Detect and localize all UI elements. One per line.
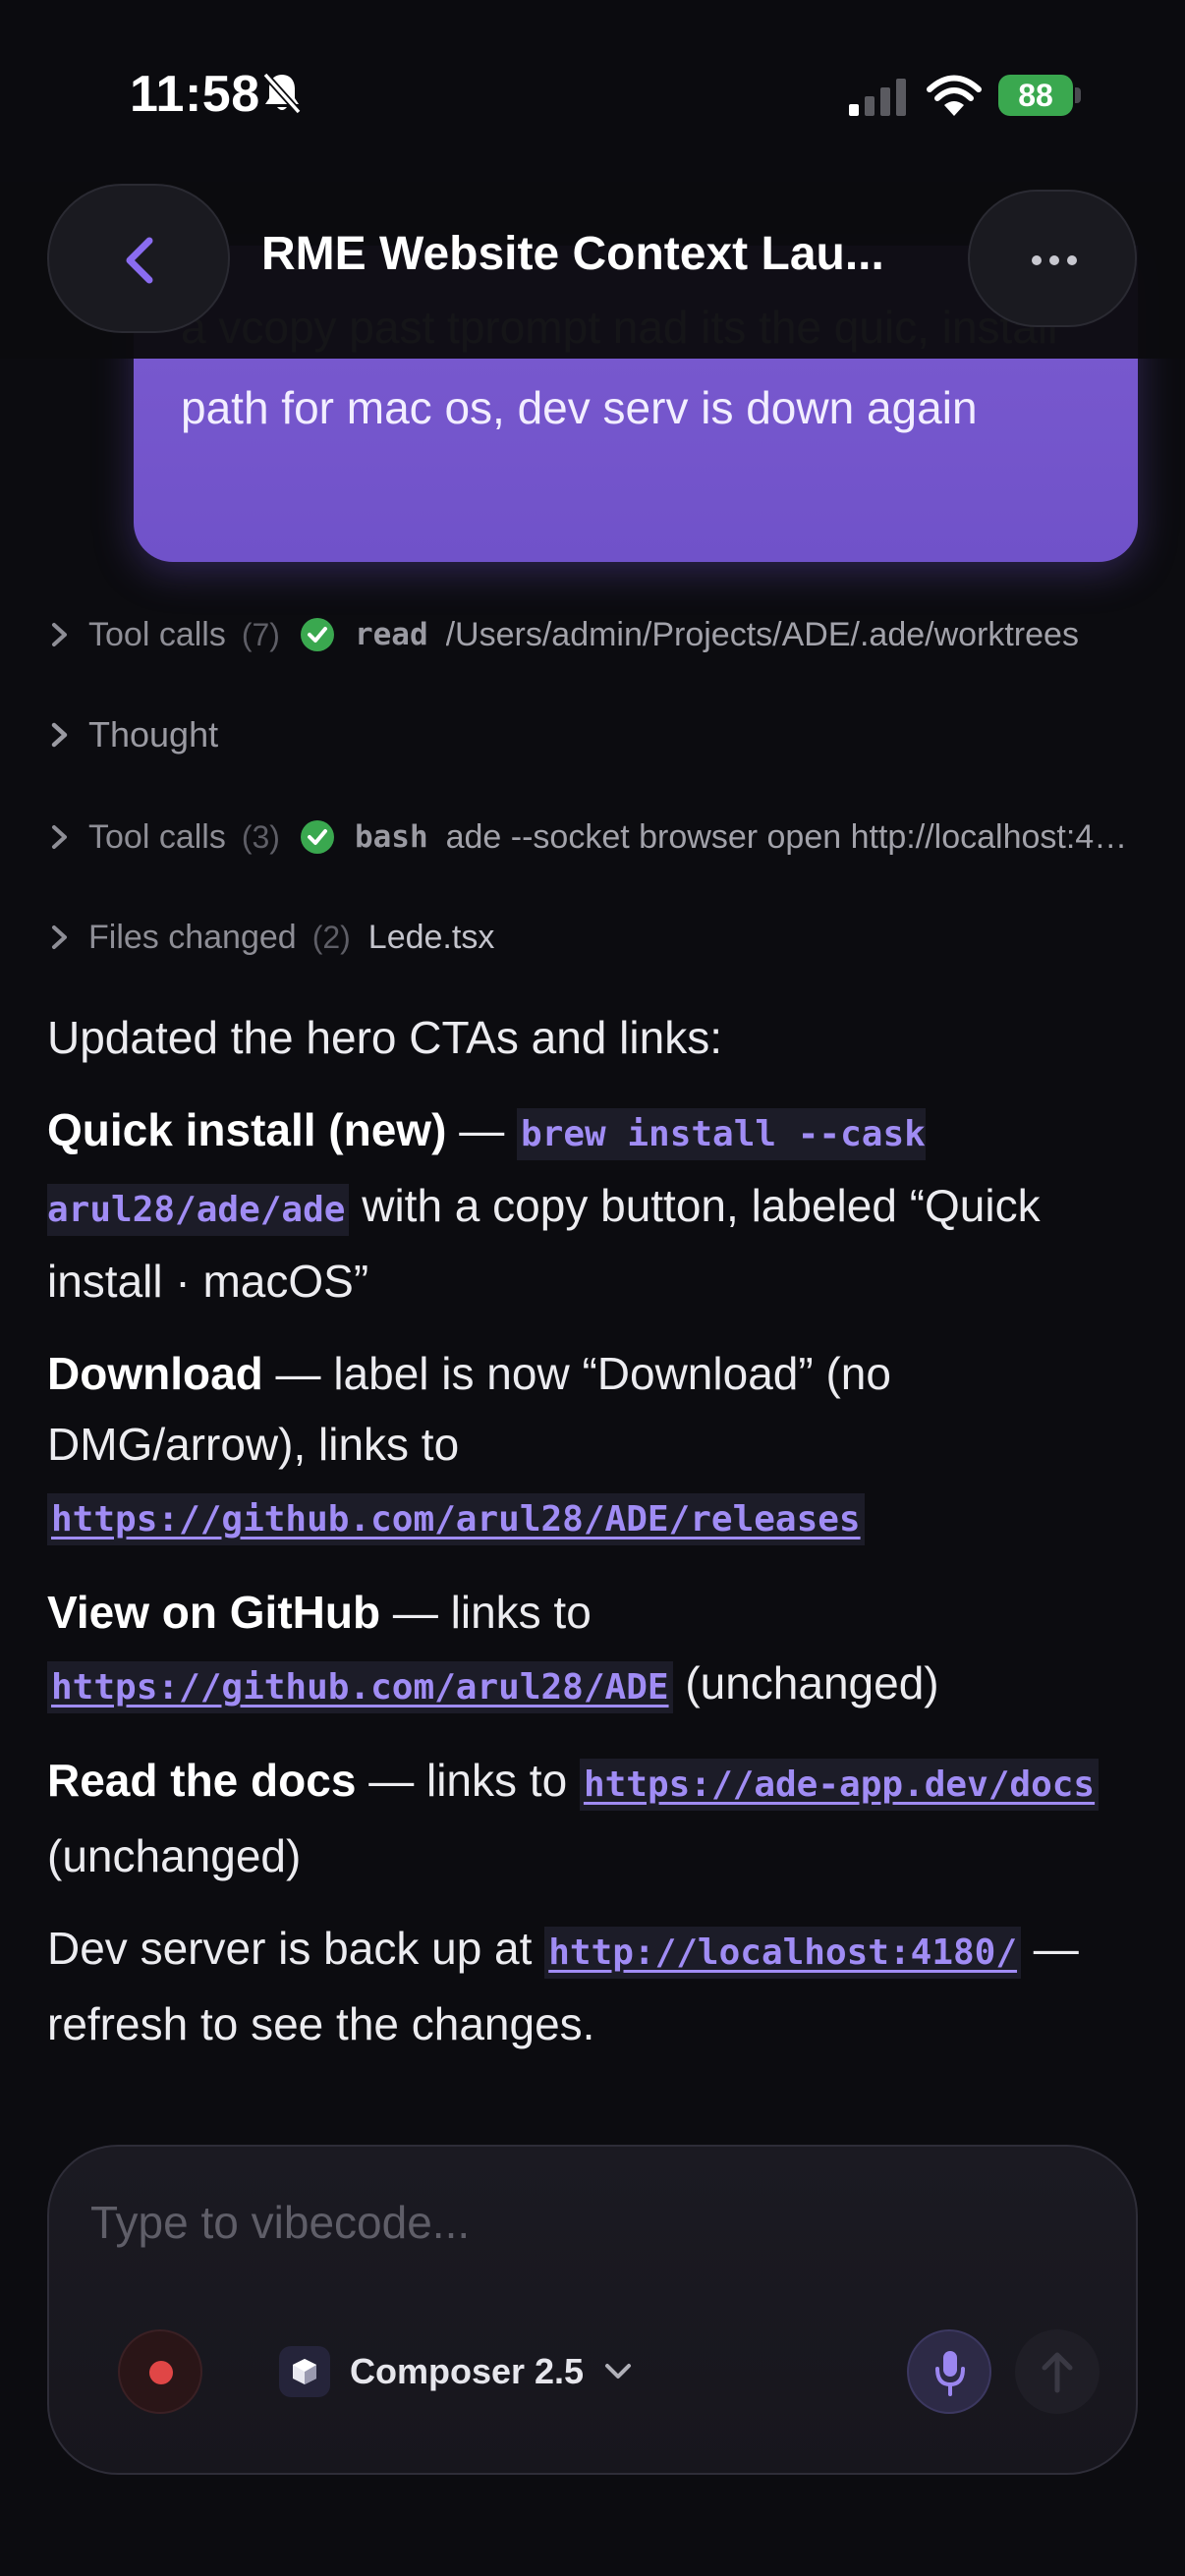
row-label: Thought <box>88 714 219 755</box>
battery-indicator: 88 <box>998 75 1081 116</box>
battery-level: 88 <box>1018 78 1053 113</box>
item-text: Dev server is back up at <box>47 1923 545 1974</box>
row-count: (2) <box>311 919 351 955</box>
row-label: Tool calls <box>88 817 226 856</box>
files-changed-row[interactable]: Files changed (2) Lede.tsx <box>47 910 1138 965</box>
tool-calls-row-read[interactable]: Tool calls (7) read /Users/admin/Project… <box>47 607 1138 662</box>
row-detail: /Users/admin/Projects/ADE/.ade/worktrees <box>445 615 1079 653</box>
message-composer: Composer 2.5 <box>47 2145 1138 2475</box>
chevron-right-icon <box>52 623 67 646</box>
chevron-right-icon <box>52 825 67 849</box>
response-intro: Updated the hero CTAs and links: <box>47 1012 722 1063</box>
item-text: — links to <box>356 1755 580 1806</box>
row-count: (7) <box>241 616 280 652</box>
item-title: Download <box>47 1348 263 1399</box>
arrow-up-icon <box>1042 2352 1073 2393</box>
cube-icon <box>293 2359 316 2384</box>
wifi-icon <box>927 75 982 116</box>
docs-link[interactable]: https://ade-app.dev/docs <box>579 1759 1100 1811</box>
check-circle-icon <box>300 820 334 854</box>
assistant-response: Updated the hero CTAs and links: Quick i… <box>47 1002 1140 2081</box>
row-count: (3) <box>241 818 280 855</box>
record-dot-icon <box>149 2361 173 2384</box>
chat-title: RME Website Context Lau... <box>261 228 884 280</box>
signal-icon <box>849 79 906 116</box>
model-selector[interactable]: Composer 2.5 <box>279 2339 633 2404</box>
item-text: (unchanged) <box>47 1830 302 1881</box>
item-dash: — <box>446 1104 517 1155</box>
releases-link[interactable]: https://github.com/arul28/ADE/releases <box>47 1493 865 1545</box>
github-link[interactable]: https://github.com/arul28/ADE <box>47 1661 673 1713</box>
docs-item: Read the docs — links to https://ade-app… <box>47 1745 1140 1891</box>
row-detail: ade --socket browser open http://localho… <box>445 817 1138 856</box>
chevron-right-icon <box>52 925 67 949</box>
chevron-down-icon <box>605 2364 632 2379</box>
item-title: Read the docs <box>47 1755 357 1806</box>
tool-calls-row-bash[interactable]: Tool calls (3) bash ade --socket browser… <box>47 810 1138 865</box>
mic-button[interactable] <box>907 2329 991 2414</box>
item-title: View on GitHub <box>47 1587 381 1638</box>
github-item: View on GitHub — links to https://github… <box>47 1577 1140 1723</box>
chevron-left-icon <box>126 237 153 284</box>
quick-install-item: Quick install (new) — brew install --cas… <box>47 1094 1140 1316</box>
check-circle-icon <box>300 618 334 651</box>
send-button[interactable] <box>1015 2329 1100 2414</box>
bell-slash-icon <box>262 72 302 115</box>
row-command: bash <box>354 819 428 855</box>
back-button[interactable] <box>47 184 230 333</box>
item-title: Quick install (new) <box>47 1104 447 1155</box>
dev-server-item: Dev server is back up at http://localhos… <box>47 1913 1140 2059</box>
status-time: 11:58 <box>130 66 260 123</box>
battery-tip <box>1075 87 1081 103</box>
ellipsis-icon <box>1032 255 1077 265</box>
row-detail: Lede.tsx <box>367 918 495 956</box>
row-label: Files changed <box>88 918 297 956</box>
chevron-right-icon <box>51 722 68 748</box>
row-command: read <box>354 617 428 652</box>
item-text: (unchanged) <box>672 1657 939 1708</box>
status-bar: 11:58 88 <box>0 0 1185 182</box>
model-icon-box <box>279 2346 330 2397</box>
record-button[interactable] <box>118 2329 202 2414</box>
download-item: Download — label is now “Download” (no D… <box>47 1338 1140 1555</box>
chat-header: RME Website Context Lau... <box>0 182 1185 359</box>
message-input[interactable] <box>90 2196 1073 2249</box>
more-options-button[interactable] <box>968 190 1137 327</box>
microphone-icon <box>935 2351 965 2396</box>
localhost-link[interactable]: http://localhost:4180/ <box>544 1927 1022 1979</box>
thought-row[interactable]: Thought <box>47 707 1138 762</box>
item-text: — links to <box>380 1587 592 1638</box>
model-label: Composer 2.5 <box>350 2351 585 2391</box>
row-label: Tool calls <box>88 615 226 653</box>
